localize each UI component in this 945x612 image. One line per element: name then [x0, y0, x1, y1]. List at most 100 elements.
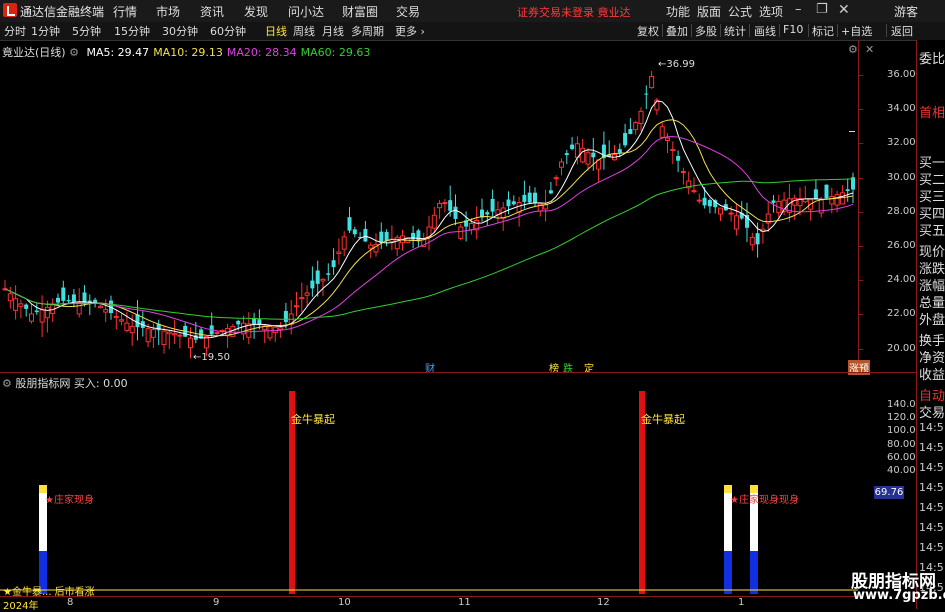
- watermark-url: www.7gpzb.com: [853, 588, 945, 603]
- candle-body: [543, 204, 549, 210]
- candle-body: [34, 310, 39, 313]
- minimize-icon[interactable]: –: [795, 2, 802, 17]
- menu-zixun[interactable]: 资讯: [200, 3, 224, 20]
- toolbar-biaoji[interactable]: 标记: [812, 23, 834, 39]
- candle-body: [135, 314, 140, 328]
- candle-body: [368, 244, 374, 249]
- price-tick: [859, 280, 863, 282]
- candle-body: [29, 313, 34, 322]
- period-5min[interactable]: 5分钟: [72, 23, 101, 39]
- candle-body: [188, 337, 193, 349]
- toolbar-back[interactable]: 返回: [891, 23, 913, 39]
- menu-hangqing[interactable]: 行情: [113, 3, 137, 20]
- candle-body: [749, 236, 755, 246]
- period-more[interactable]: 更多 ›: [395, 23, 425, 39]
- panel-divider: [0, 372, 916, 373]
- period-15min[interactable]: 15分钟: [114, 23, 150, 39]
- candle-body: [437, 202, 443, 209]
- toolbar-duogu[interactable]: 多股: [695, 23, 717, 39]
- candle-body: [659, 126, 665, 138]
- quote-field-16[interactable]: 交易: [919, 402, 945, 421]
- period-30min[interactable]: 30分钟: [162, 23, 198, 39]
- candle-body: [755, 233, 760, 245]
- toolbar-add-watchlist[interactable]: +自选: [841, 23, 872, 39]
- candle-body: [570, 144, 575, 149]
- high-price-label: ←36.99: [658, 59, 695, 70]
- app-logo-icon: [3, 3, 17, 17]
- candle-body: [702, 197, 707, 206]
- guest-label[interactable]: 游客: [894, 3, 918, 20]
- candle-body: [522, 194, 527, 202]
- tick-time: 14:5: [919, 441, 944, 454]
- quote-field-14[interactable]: 收益: [919, 364, 945, 383]
- candle-body: [829, 195, 835, 205]
- price-tick: [859, 314, 863, 316]
- title-bar: [0, 0, 945, 23]
- period-fenshi[interactable]: 分时: [4, 23, 26, 39]
- candle-body: [326, 273, 331, 275]
- close-icon[interactable]: ✕: [838, 2, 850, 18]
- candle-body: [113, 315, 119, 318]
- price-tick-label: 32.00: [887, 137, 916, 149]
- period-weekly[interactable]: 周线: [293, 23, 315, 39]
- candle-body: [278, 327, 284, 331]
- toolbar-divider: [779, 24, 780, 37]
- tick-time: 14:5: [919, 541, 944, 554]
- menu-caifuquan[interactable]: 财富圈: [342, 3, 378, 20]
- menu-xuanxiang[interactable]: 选项: [759, 3, 783, 20]
- price-tick-label: 26.00: [887, 240, 916, 251]
- period-1min[interactable]: 1分钟: [31, 23, 60, 39]
- price-tick-label: 20.00: [887, 342, 916, 354]
- login-warning[interactable]: 证券交易未登录 竟业达: [517, 4, 631, 20]
- indicator-tick-label: 60.00: [887, 451, 916, 463]
- candlestick-chart[interactable]: ←36.99 ←19.50: [0, 40, 858, 372]
- candle-body: [214, 331, 220, 334]
- quote-field-0[interactable]: 委比: [919, 48, 945, 67]
- candle-body: [71, 294, 76, 302]
- candle-body: [66, 300, 71, 302]
- toolbar-divider: [886, 24, 887, 37]
- candle-body: [150, 329, 156, 338]
- candle-body: [771, 200, 776, 203]
- candle-body: [649, 75, 655, 89]
- period-60min[interactable]: 60分钟: [210, 23, 246, 39]
- period-daily[interactable]: 日线: [265, 23, 287, 39]
- menu-wenxiaoda[interactable]: 问小达: [288, 3, 324, 20]
- menu-banmian[interactable]: 版面: [697, 3, 721, 20]
- restore-icon[interactable]: ❐: [816, 2, 828, 17]
- candle-body: [839, 192, 845, 205]
- signal-label-zhuangjia-1: ★庄家现身: [45, 495, 94, 506]
- quote-field-1[interactable]: 首相: [919, 102, 945, 121]
- candle-body: [591, 152, 596, 158]
- candle-body: [680, 171, 686, 174]
- toolbar-huaxian[interactable]: 画线: [754, 23, 776, 39]
- toolbar-divider: [720, 24, 721, 37]
- candle-body: [272, 326, 278, 334]
- candle-body: [533, 192, 537, 204]
- candle-body: [283, 310, 288, 323]
- menu-shichang[interactable]: 市场: [156, 3, 180, 20]
- date-label-oct: 10: [338, 597, 351, 608]
- quote-field-11[interactable]: 外盘: [919, 309, 945, 328]
- candle-body: [347, 217, 352, 231]
- candle-body: [331, 260, 336, 268]
- candle-body: [670, 148, 676, 151]
- candle-body: [416, 230, 421, 242]
- candle-body: [728, 212, 734, 215]
- toolbar-tongji[interactable]: 统计: [724, 23, 746, 39]
- toolbar-f10[interactable]: F10: [783, 23, 803, 36]
- quote-field-6[interactable]: 买五: [919, 220, 945, 239]
- menu-jiaoyi[interactable]: 交易: [396, 3, 420, 20]
- indicator-tick-label: 80.00: [887, 438, 916, 450]
- menu-gongneng[interactable]: 功能: [666, 3, 690, 20]
- period-multi[interactable]: 多周期: [351, 23, 384, 39]
- candle-body: [172, 333, 178, 336]
- candle-body: [564, 153, 569, 156]
- period-monthly[interactable]: 月线: [322, 23, 344, 39]
- candle-body: [299, 297, 305, 300]
- menu-faxian[interactable]: 发现: [244, 3, 268, 20]
- candle-body: [315, 270, 320, 284]
- menu-gongshi[interactable]: 公式: [728, 3, 752, 20]
- toolbar-diejia[interactable]: 叠加: [666, 23, 688, 39]
- toolbar-fuquan[interactable]: 复权: [637, 23, 659, 39]
